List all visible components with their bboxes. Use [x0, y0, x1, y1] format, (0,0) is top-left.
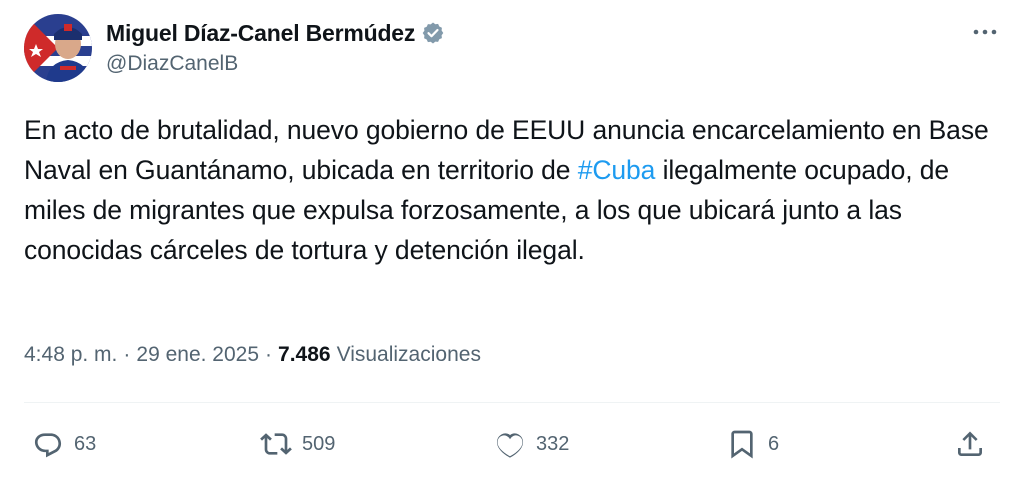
author-display-name[interactable]: Miguel Díaz-Canel Bermúdez	[106, 20, 415, 47]
meta-separator: ·	[265, 343, 273, 366]
hashtag-link[interactable]: #Cuba	[578, 155, 656, 185]
tweet-time[interactable]: 4:48 p. m.	[24, 343, 117, 367]
tweet-date[interactable]: 29 ene. 2025	[136, 343, 259, 367]
bookmark-button[interactable]: 6	[726, 424, 779, 464]
tweet-header: Miguel Díaz-Canel Bermúdez @DiazCanelB	[24, 14, 1000, 84]
like-button[interactable]: 332	[494, 424, 569, 464]
heart-icon	[496, 433, 524, 458]
views-count: 7.486	[278, 343, 331, 366]
bookmark-count: 6	[768, 432, 780, 455]
name-row: Miguel Díaz-Canel Bermúdez	[106, 18, 445, 48]
repost-count: 509	[302, 432, 336, 455]
author-info: Miguel Díaz-Canel Bermúdez @DiazCanelB	[106, 18, 445, 76]
avatar-image	[24, 14, 92, 82]
reply-count: 63	[74, 432, 97, 455]
tweet-text: En acto de brutalidad, nuevo gobierno de…	[24, 110, 1004, 270]
tweet-card: Miguel Díaz-Canel Bermúdez @DiazCanelB E…	[0, 0, 1024, 484]
views-label: Visualizaciones	[336, 343, 481, 366]
repost-icon	[260, 433, 292, 455]
action-bar: 63 509 332 6	[24, 424, 1000, 464]
more-horizontal-icon[interactable]	[970, 22, 1000, 42]
bookmark-icon	[731, 430, 753, 459]
verified-badge-icon	[421, 21, 445, 45]
reply-icon	[34, 433, 62, 458]
share-icon	[958, 431, 982, 456]
meta-separator: ·	[123, 343, 131, 366]
like-count: 332	[536, 432, 570, 455]
share-button[interactable]	[954, 424, 996, 464]
avatar[interactable]	[24, 14, 92, 82]
divider	[24, 402, 1000, 403]
repost-button[interactable]: 509	[260, 424, 335, 464]
tweet-meta: 4:48 p. m. · 29 ene. 2025 · 7.486 Visual…	[24, 343, 481, 367]
reply-button[interactable]: 63	[32, 424, 96, 464]
author-handle[interactable]: @DiazCanelB	[106, 52, 445, 76]
